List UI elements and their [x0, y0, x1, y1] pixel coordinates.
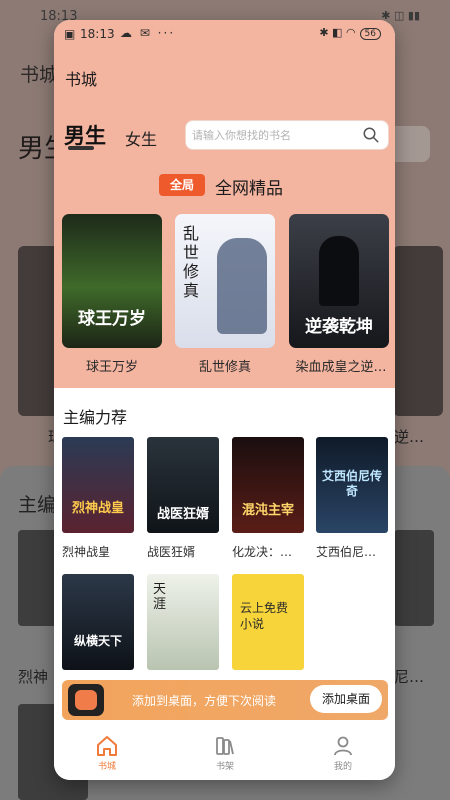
- nav-label: 书架: [215, 762, 234, 772]
- add-to-desktop-banner[interactable]: 添加到桌面，方便下次阅读 添加桌面: [62, 680, 388, 720]
- nav-item-bookstore[interactable]: 书城: [77, 734, 137, 772]
- book-cover-title: 艾西伯尼传奇: [322, 469, 383, 498]
- background-cover: [393, 246, 443, 416]
- background-label: 烈神: [18, 668, 49, 686]
- app-logo-icon: [68, 684, 104, 716]
- book-cover[interactable]: 天涯: [147, 574, 219, 670]
- book-cover[interactable]: 逆袭乾坤: [289, 214, 389, 348]
- background-cover: [394, 530, 434, 626]
- book-cover[interactable]: 战医狂婿: [147, 437, 219, 533]
- book-cover[interactable]: 乱世修真: [175, 214, 275, 348]
- cover-figure: [319, 236, 359, 306]
- status-time: 18:13: [80, 27, 115, 41]
- nav-item-bookshelf[interactable]: 书架: [195, 734, 255, 772]
- book-cover-title: 天涯: [153, 582, 167, 612]
- book-cover-title: 乱世修真: [183, 224, 200, 300]
- background-editor-title: 主编: [18, 494, 57, 516]
- featured-title: 全网精品: [215, 179, 283, 199]
- tab-active-indicator: [68, 146, 94, 150]
- page-title: 书城: [65, 70, 98, 89]
- book-cover[interactable]: 云上免费小说: [232, 574, 304, 670]
- book-title[interactable]: 战医狂婿: [147, 543, 219, 560]
- book-title[interactable]: 烈神战皇: [62, 543, 134, 560]
- book-title[interactable]: 球王万岁: [62, 356, 162, 375]
- background-label: 逆…: [394, 428, 425, 446]
- nav-item-profile[interactable]: 我的: [313, 734, 373, 772]
- search-box[interactable]: [185, 120, 389, 150]
- tab-female[interactable]: 女生: [125, 126, 157, 150]
- home-icon: [97, 736, 117, 756]
- book-cover-title: 烈神战皇: [71, 501, 124, 516]
- book-cover-title: 纵横天下: [73, 634, 122, 648]
- book-title[interactable]: 艾西伯尼…: [316, 543, 388, 560]
- add-to-desktop-message: 添加到桌面，方便下次阅读: [132, 694, 277, 708]
- book-cover[interactable]: 烈神战皇: [62, 437, 134, 533]
- background-title: 书城: [20, 64, 59, 86]
- status-bar: ▣ 18:13 ☁ ✉ ··· ✱ ◧ ◠ 56: [54, 20, 395, 46]
- sim-icon: ▣: [64, 27, 76, 41]
- bottom-nav: 书城 书架 我的: [54, 728, 395, 780]
- book-cover-title: 混沌主宰: [241, 503, 294, 518]
- book-cover-title: 战医狂婿: [156, 507, 209, 522]
- featured-badge: 全局: [159, 174, 205, 196]
- book-cover[interactable]: 球王万岁: [62, 214, 162, 348]
- book-cover-title: 云上免费小说: [240, 601, 289, 631]
- search-icon[interactable]: [362, 126, 380, 144]
- cover-figure: [217, 238, 267, 334]
- book-cover[interactable]: 纵横天下: [62, 574, 134, 670]
- book-cover-title: 球王万岁: [78, 309, 146, 329]
- battery-icon: 56: [359, 28, 381, 40]
- book-title[interactable]: 化龙决：…: [232, 543, 304, 560]
- app-window: ▣ 18:13 ☁ ✉ ··· ✱ ◧ ◠56 书城 男生 女生 全局 全网精品…: [54, 20, 395, 780]
- status-icons: ✱ ◧ ◠ 56: [319, 26, 381, 40]
- background-label: 尼…: [394, 668, 425, 686]
- book-cover[interactable]: 艾西伯尼传奇: [316, 437, 388, 533]
- nav-label: 书城: [97, 762, 116, 772]
- book-title[interactable]: 染血成皇之逆…: [289, 356, 393, 375]
- search-input[interactable]: [192, 125, 352, 145]
- notification-icons: ☁ ✉ ···: [120, 26, 176, 40]
- editor-picks-title: 主编力荐: [63, 408, 128, 427]
- book-cover-title: 逆袭乾坤: [305, 317, 373, 337]
- profile-icon: [334, 736, 352, 756]
- book-title[interactable]: 乱世修真: [175, 356, 275, 375]
- bookshelf-icon: [216, 737, 234, 755]
- nav-label: 我的: [333, 762, 352, 772]
- book-cover[interactable]: 混沌主宰: [232, 437, 304, 533]
- add-to-desktop-button[interactable]: 添加桌面: [310, 685, 382, 713]
